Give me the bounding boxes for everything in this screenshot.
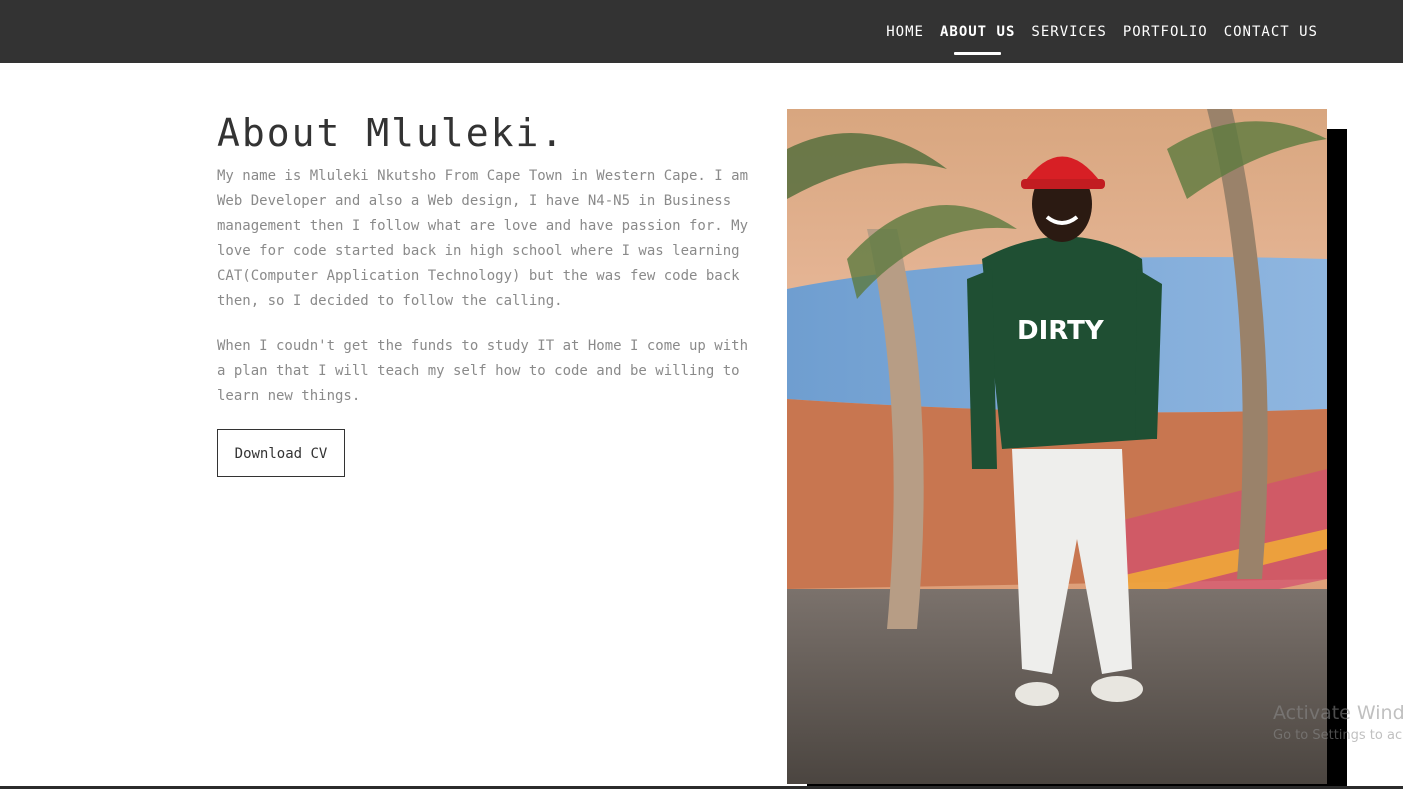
- nav-portfolio[interactable]: PORTFOLIO: [1123, 24, 1208, 40]
- profile-photo: DIRTY: [787, 109, 1327, 784]
- nav-about-us[interactable]: ABOUT US: [940, 24, 1015, 55]
- navbar: HOME ABOUT US SERVICES PORTFOLIO CONTACT…: [0, 0, 1403, 63]
- hoodie-text: DIRTY: [1017, 316, 1105, 346]
- watermark-line-2: Go to Settings to ac: [1273, 728, 1403, 743]
- nav-links: HOME ABOUT US SERVICES PORTFOLIO CONTACT…: [886, 0, 1318, 63]
- download-cv-button[interactable]: Download CV: [217, 429, 345, 477]
- about-paragraph-1: My name is Mluleki Nkutsho From Cape Tow…: [217, 168, 749, 309]
- windows-activation-watermark: Activate Windo Go to Settings to ac: [1273, 702, 1403, 743]
- nav-services[interactable]: SERVICES: [1031, 24, 1106, 40]
- watermark-line-1: Activate Windo: [1273, 702, 1403, 724]
- nav-home[interactable]: HOME: [886, 24, 924, 40]
- nav-contact-us[interactable]: CONTACT US: [1224, 24, 1318, 40]
- about-paragraph-2: When I coudn't get the funds to study IT…: [217, 338, 749, 404]
- about-section: About Mluleki. My name is Mluleki Nkutsh…: [217, 108, 762, 477]
- about-heading: About Mluleki.: [217, 111, 566, 155]
